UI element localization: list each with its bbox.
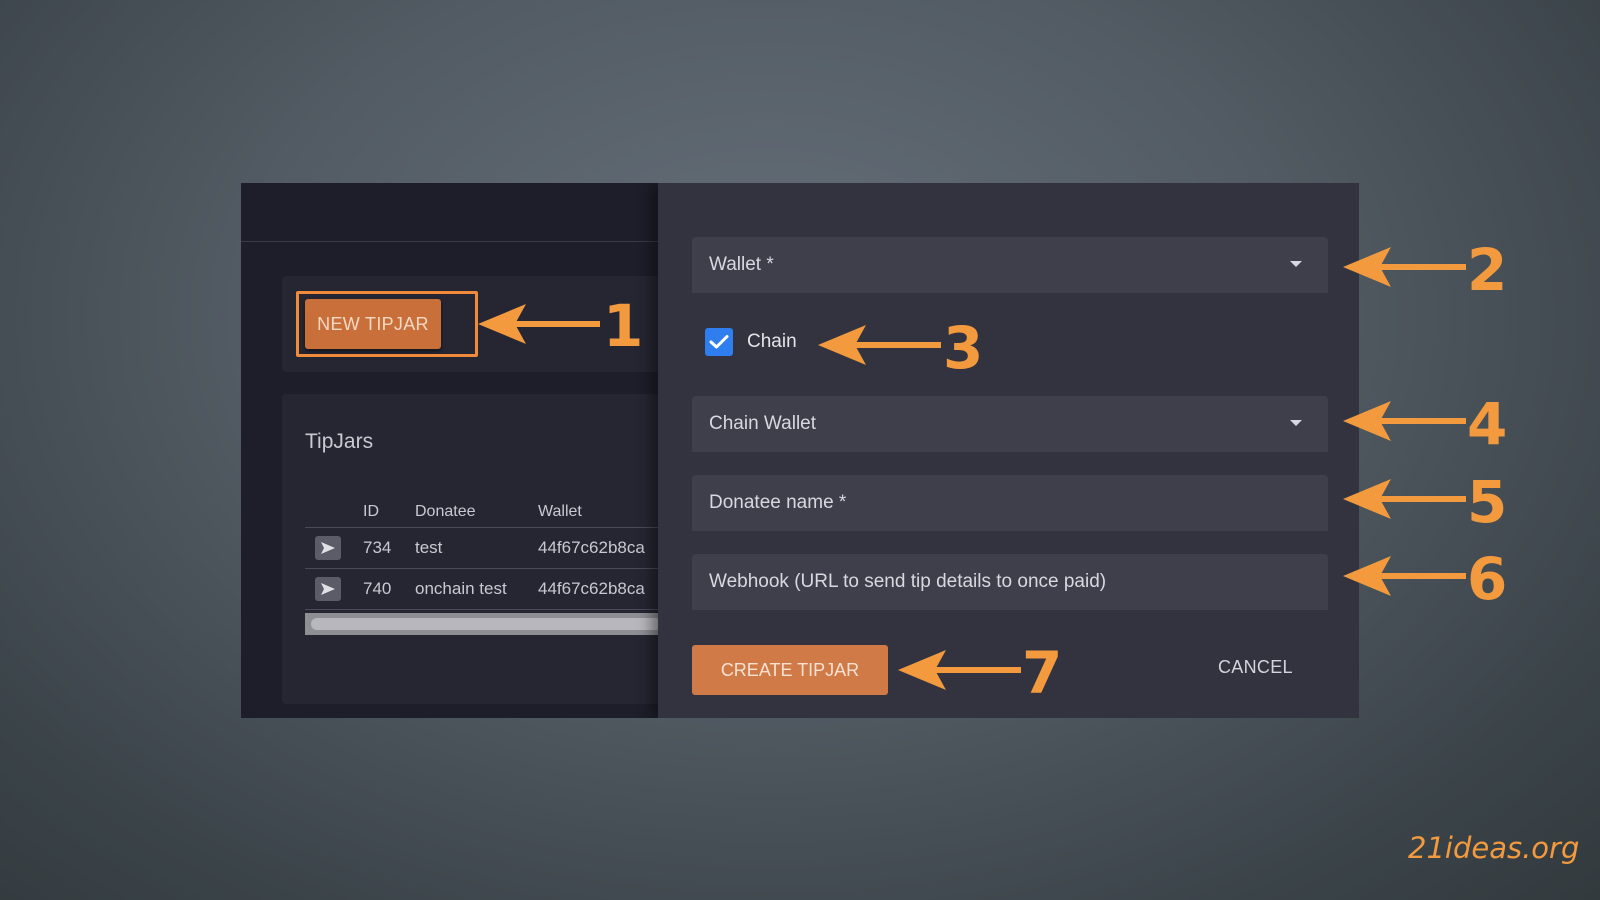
chain-checkbox-label: Chain [747,331,797,352]
wallet-select[interactable]: Wallet * [692,237,1328,293]
row-id: 734 [363,538,392,557]
checkmark-icon [709,335,729,349]
chevron-down-icon [1290,420,1302,426]
annotation-number-5: 5 [1467,468,1507,536]
highlight-box [296,291,478,357]
expand-row-button[interactable] [315,577,341,601]
app-screenshot: NEW TIPJAR TipJars ID Donatee Wallet 734… [241,183,1359,718]
donatee-name-input[interactable]: Donatee name * [692,475,1328,531]
annotation-number-4: 4 [1467,390,1507,458]
chain-wallet-select-label: Chain Wallet [709,413,817,434]
row-id: 740 [363,579,392,598]
annotation-number-2: 2 [1467,236,1507,304]
webhook-input[interactable]: Webhook (URL to send tip details to once… [692,554,1328,610]
play-icon [321,583,335,595]
table-header: ID Donatee Wallet [305,499,665,528]
chain-checkbox[interactable] [705,328,733,356]
table-row[interactable]: 734 test 44f67c62b8ca [305,528,665,569]
column-header-wallet[interactable]: Wallet [538,503,582,521]
table-row[interactable]: 740 onchain test 44f67c62b8ca [305,569,665,610]
row-donatee: onchain test [415,579,507,598]
annotation-arrow [1343,479,1466,519]
chevron-down-icon [1290,261,1302,267]
horizontal-scrollbar[interactable] [305,613,665,635]
cancel-button[interactable]: CANCEL [1218,657,1293,678]
chain-wallet-select[interactable]: Chain Wallet [692,396,1328,452]
expand-row-button[interactable] [315,536,341,560]
donatee-name-label: Donatee name * [709,492,847,513]
row-wallet: 44f67c62b8ca [538,579,645,598]
row-donatee: test [415,538,443,557]
column-header-id[interactable]: ID [363,503,379,521]
column-header-donatee[interactable]: Donatee [415,503,476,521]
wallet-select-label: Wallet * [709,254,774,275]
annotation-arrow [1343,556,1466,596]
tipjars-title: TipJars [305,430,374,453]
chain-checkbox-row[interactable]: Chain [705,328,797,356]
annotation-arrow [1343,401,1466,441]
top-bar [241,183,658,242]
create-tipjar-button[interactable]: CREATE TIPJAR [692,645,888,695]
row-wallet: 44f67c62b8ca [538,538,645,557]
annotation-arrow [1343,247,1466,287]
play-icon [321,542,335,554]
scrollbar-thumb[interactable] [311,618,661,630]
new-tipjar-dialog: Wallet * Chain Chain Wallet Donatee name… [658,183,1359,718]
watermark: 21ideas.org [1408,831,1580,865]
annotation-number-6: 6 [1467,545,1507,613]
webhook-label: Webhook (URL to send tip details to once… [709,571,1107,592]
